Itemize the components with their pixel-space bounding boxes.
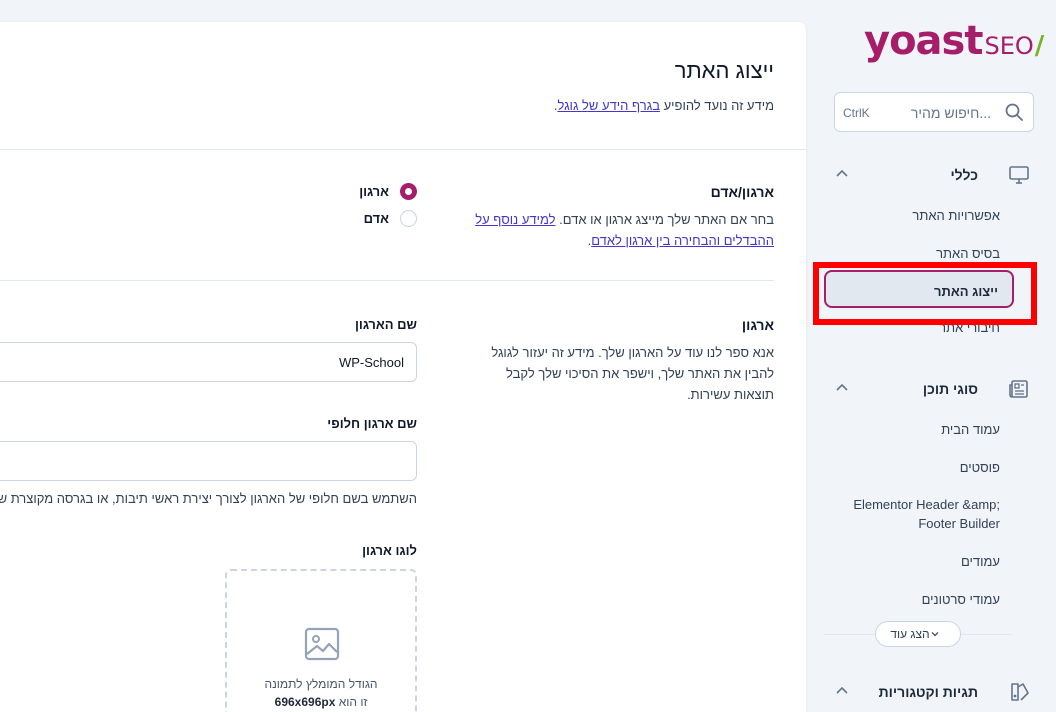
chevron-up-icon[interactable]: [834, 683, 850, 699]
knowledge-graph-link[interactable]: בגרף הידע של גוגל: [557, 98, 660, 113]
desktop-icon: [1009, 166, 1029, 184]
alternate-name-help: השתמש בשם חלופי של הארגון לצורך יצירת רא…: [0, 491, 417, 506]
page-description: מידע זה נועד להופיע בגרף הידע של גוגל.: [553, 98, 774, 113]
sidebar-group-general-label: כללי: [950, 167, 978, 183]
chevron-down-icon: [931, 632, 939, 637]
radio-organization[interactable]: ארגון: [337, 182, 417, 202]
show-more-button[interactable]: הצג עוד: [875, 621, 961, 647]
sidebar-item-pages[interactable]: עמודים: [961, 552, 1000, 571]
org-person-description: בחר אם האתר שלך מייצג ארגון או אדם. למיד…: [475, 212, 774, 248]
organization-name-label: שם הארגון: [354, 317, 417, 332]
tags-icon: [1011, 683, 1029, 701]
organization-logo-label: לוגו ארגון: [362, 543, 417, 558]
sidebar-group-taxonomies[interactable]: תגיות וקטגוריות: [834, 677, 1034, 707]
sidebar-item-video-pages[interactable]: עמודי סרטונים: [922, 590, 1000, 609]
radio-organization-dot[interactable]: [400, 183, 417, 200]
newspaper-icon: [1009, 380, 1028, 398]
chevron-up-icon[interactable]: [834, 166, 850, 182]
sidebar-item-site-basics[interactable]: בסיס האתר: [936, 244, 1000, 263]
highlight-annotation: [813, 262, 1037, 325]
organization-description: אנא ספר לנו עוד על הארגון שלך. מידע זה י…: [491, 345, 774, 402]
sidebar-group-taxonomies-label: תגיות וקטגוריות: [878, 684, 978, 700]
sidebar-item-homepage[interactable]: עמוד הבית: [941, 420, 1000, 439]
sidebar-group-content-types-label: סוגי תוכן: [922, 381, 978, 397]
radio-person[interactable]: אדם: [337, 209, 417, 229]
sidebar-item-site-features[interactable]: אפשרויות האתר: [912, 206, 1000, 225]
radio-person-dot[interactable]: [400, 210, 417, 227]
organization-title: ארגון: [741, 317, 774, 333]
yoast-logo[interactable]: yoastSEO/: [864, 18, 1044, 68]
chevron-up-icon[interactable]: [834, 380, 850, 396]
image-icon: [304, 627, 340, 661]
sidebar-item-elementor-header-footer[interactable]: Elementor Header &amp; Footer Builder: [840, 495, 1000, 533]
search-shortcut: CtrlK: [843, 106, 870, 120]
section-divider: [0, 280, 774, 281]
alternate-name-label: שם ארגון חלופי: [327, 416, 417, 431]
logo-size-hint: הגודל המומלץ לתמונה זו הוא 696x696px: [264, 677, 378, 709]
header-divider: [0, 149, 806, 150]
settings-panel: ייצוג האתר מידע זה נועד להופיע בגרף הידע…: [0, 22, 806, 712]
radio-person-label: אדם: [363, 211, 389, 226]
sidebar-item-posts[interactable]: פוסטים: [960, 458, 1000, 477]
quick-search[interactable]: חיפוש מהיר... CtrlK: [834, 92, 1034, 132]
sidebar-group-content-types[interactable]: סוגי תוכן: [834, 374, 1034, 404]
sidebar-group-general[interactable]: כללי: [834, 160, 1034, 190]
page-title: ייצוג האתר: [674, 58, 774, 83]
organization-name-input[interactable]: [0, 342, 417, 382]
logo-upload-dropzone[interactable]: הגודל המומלץ לתמונה זו הוא 696x696px: [225, 569, 417, 712]
org-person-title: ארגון/אדם: [710, 184, 774, 200]
sidebar: yoastSEO/ חיפוש מהיר... CtrlK כללי אפשרו…: [824, 0, 1056, 712]
alternate-name-input[interactable]: [0, 441, 417, 481]
search-placeholder: חיפוש מהיר...: [910, 105, 991, 121]
search-icon: [1005, 103, 1023, 121]
radio-organization-label: ארגון: [359, 184, 389, 199]
